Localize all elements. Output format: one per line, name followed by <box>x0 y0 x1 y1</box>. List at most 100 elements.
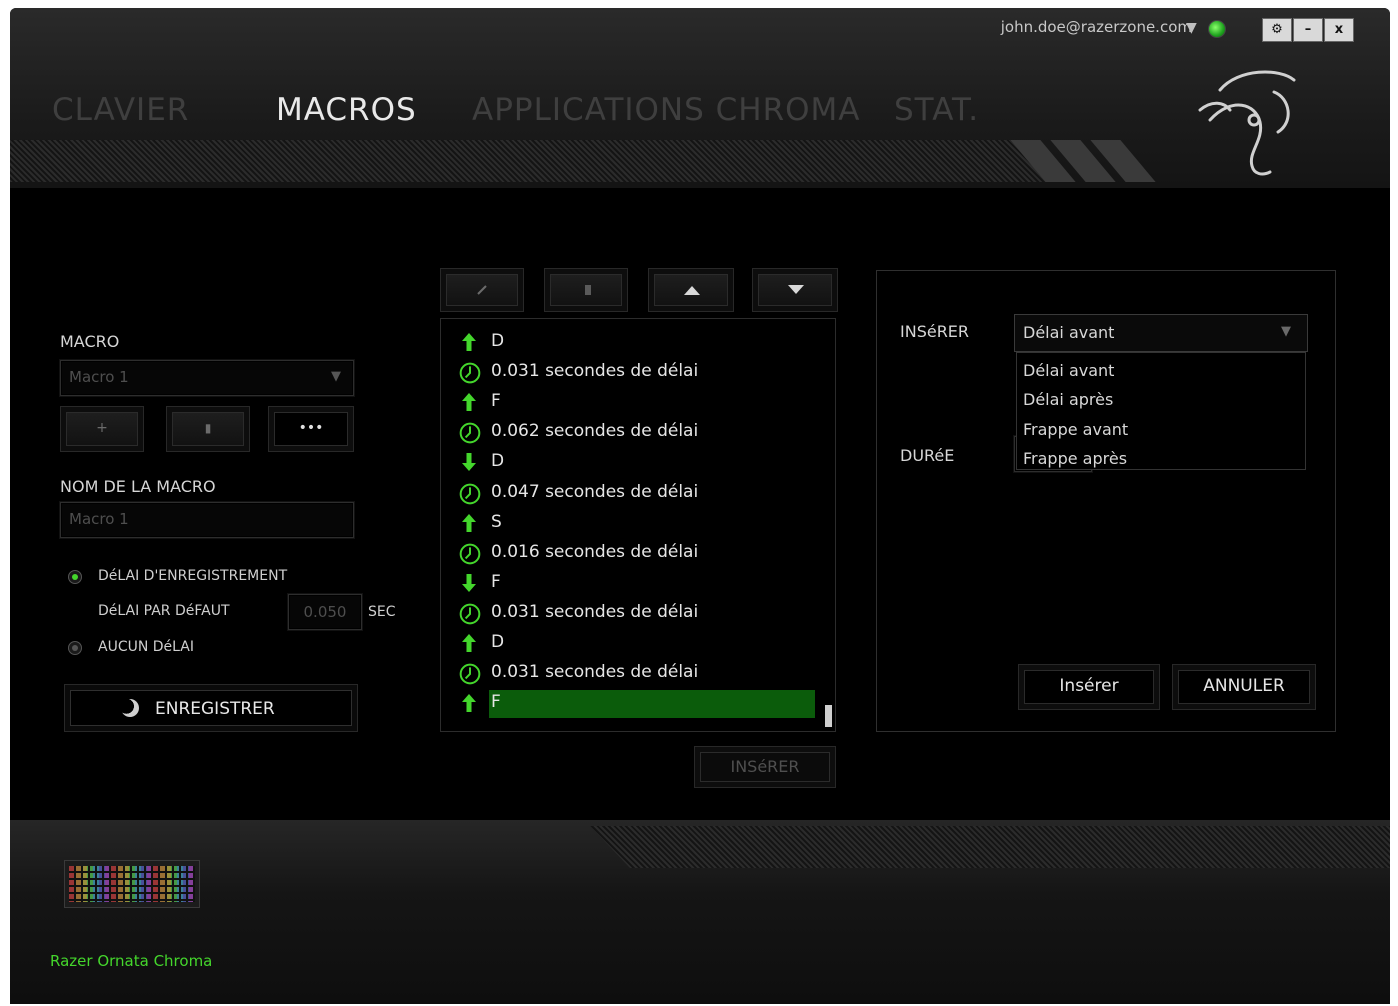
insert-event-label: INSéRER <box>700 752 830 782</box>
cancel-label: ANNULER <box>1178 670 1310 704</box>
delete-event-button[interactable] <box>544 268 628 312</box>
event-row[interactable]: S <box>441 508 821 538</box>
option-frappe-apres[interactable]: Frappe après <box>1023 449 1127 468</box>
settings-button[interactable]: ⚙ <box>1262 18 1292 42</box>
tab-stat[interactable]: STAT. <box>894 92 979 128</box>
event-row[interactable]: 0.031 secondes de délai <box>441 598 821 628</box>
chevron-down-icon: ▼ <box>331 369 341 384</box>
event-label: D <box>491 331 505 351</box>
event-label: F <box>491 692 501 713</box>
event-label: F <box>491 571 501 592</box>
clock-icon <box>459 543 481 565</box>
default-delay-label: DéLAI PAR DéFAUT <box>98 603 230 619</box>
record-delay-radio[interactable] <box>68 570 82 584</box>
event-label: 0.062 secondes de délai <box>491 421 699 442</box>
clock-icon <box>459 483 481 504</box>
event-label: 0.016 secondes de délai <box>491 541 699 562</box>
record-button[interactable]: ENREGISTRER <box>64 684 358 732</box>
more-options-button[interactable]: ••• <box>268 406 354 452</box>
edit-event-button[interactable] <box>440 268 524 312</box>
key-up-arrow-icon <box>459 633 479 653</box>
minimize-button[interactable]: – <box>1293 18 1323 42</box>
record-button-label: ENREGISTRER <box>155 699 275 719</box>
device-name[interactable]: Razer Ornata Chroma <box>50 952 212 970</box>
arrow-up-icon <box>684 286 700 295</box>
chevron-down-icon: ▼ <box>1281 324 1291 339</box>
key-up-arrow-icon <box>459 513 479 533</box>
key-down-arrow-icon <box>459 573 479 593</box>
event-row[interactable]: 0.016 secondes de délai <box>441 538 821 568</box>
event-row[interactable]: 0.031 secondes de délai <box>441 357 821 387</box>
event-label: 0.047 secondes de délai <box>491 481 699 502</box>
macro-select[interactable]: Macro 1 ▼ <box>60 360 354 396</box>
trash-icon: ▮ <box>172 412 244 446</box>
no-delay-radio[interactable] <box>68 641 82 655</box>
more-icon: ••• <box>274 412 348 446</box>
event-row[interactable]: 0.047 secondes de délai <box>441 478 821 508</box>
insert-type-select[interactable]: Délai avant ▼ <box>1014 314 1308 352</box>
record-icon <box>121 699 139 717</box>
event-row[interactable]: D <box>441 327 821 357</box>
macro-event-list[interactable]: D 0.031 secondes de délai F 0.062 secondes … <box>440 318 836 732</box>
cancel-button[interactable]: ANNULER <box>1172 664 1316 710</box>
close-button[interactable]: x <box>1324 18 1354 42</box>
scrollbar[interactable] <box>825 705 832 727</box>
default-delay-value: 0.050 <box>303 603 347 621</box>
event-row[interactable]: F <box>441 688 821 719</box>
macro-name-label: NOM DE LA MACRO <box>60 477 216 496</box>
account-dropdown-icon[interactable]: ▼ <box>1186 20 1197 36</box>
option-delai-avant[interactable]: Délai avant <box>1023 361 1114 380</box>
insert-type-value: Délai avant <box>1023 323 1115 342</box>
confirm-insert-button[interactable]: Insérer <box>1018 664 1160 710</box>
insert-type-label: INSéRER <box>900 322 970 341</box>
macro-name-input[interactable]: Macro 1 <box>60 502 354 538</box>
pencil-icon <box>477 285 487 295</box>
tab-macros[interactable]: MACROS <box>276 92 417 128</box>
macro-select-value: Macro 1 <box>69 368 129 386</box>
clock-icon <box>459 663 481 685</box>
clock-icon <box>459 362 481 384</box>
razer-logo-icon <box>1198 70 1296 176</box>
option-delai-apres[interactable]: Délai après <box>1023 390 1113 409</box>
event-label: 0.031 secondes de délai <box>491 662 699 683</box>
no-delay-label: AUCUN DéLAI <box>98 639 194 655</box>
insert-event-button[interactable]: INSéRER <box>694 746 836 788</box>
app-window: john.doe@razerzone.com ▼ ⚙ – x CLAVIER M… <box>10 8 1390 1004</box>
event-row[interactable]: D <box>441 628 821 658</box>
clock-icon <box>459 603 481 625</box>
header-texture <box>10 140 1050 182</box>
account-email[interactable]: john.doe@razerzone.com <box>1001 18 1192 36</box>
delete-macro-button[interactable]: ▮ <box>166 406 250 452</box>
event-label: 0.031 secondes de délai <box>491 361 699 382</box>
macro-name-value: Macro 1 <box>69 510 129 528</box>
key-up-arrow-icon <box>459 392 479 412</box>
event-row[interactable]: 0.062 secondes de délai <box>441 417 821 447</box>
trash-icon <box>585 285 591 295</box>
event-row[interactable]: D <box>441 447 821 477</box>
move-down-button[interactable] <box>752 268 838 312</box>
confirm-insert-label: Insérer <box>1024 670 1154 704</box>
event-label: D <box>491 451 505 472</box>
keyboard-image[interactable] <box>64 860 200 908</box>
option-frappe-avant[interactable]: Frappe avant <box>1023 420 1128 439</box>
move-up-button[interactable] <box>648 268 734 312</box>
key-up-arrow-icon <box>459 693 479 713</box>
event-row[interactable]: 0.031 secondes de délai <box>441 658 821 688</box>
tab-clavier[interactable]: CLAVIER <box>52 92 189 128</box>
key-up-arrow-icon <box>459 332 479 352</box>
sec-label: SEC <box>368 604 396 620</box>
footer-texture <box>590 826 1390 868</box>
event-label: 0.031 secondes de délai <box>491 601 699 622</box>
clock-icon <box>459 422 481 444</box>
key-down-arrow-icon <box>459 452 479 472</box>
event-label: S <box>491 511 502 532</box>
add-macro-button[interactable]: + <box>60 406 144 452</box>
tab-applications-chroma[interactable]: APPLICATIONS CHROMA <box>472 92 861 128</box>
macro-label: MACRO <box>60 332 120 351</box>
default-delay-input[interactable]: 0.050 <box>288 594 362 630</box>
record-delay-label: DéLAI D'ENREGISTREMENT <box>98 568 288 584</box>
duration-label: DURéE <box>900 446 955 465</box>
event-row[interactable]: F <box>441 387 821 417</box>
arrow-down-icon <box>788 285 804 294</box>
event-row[interactable]: F <box>441 568 821 598</box>
